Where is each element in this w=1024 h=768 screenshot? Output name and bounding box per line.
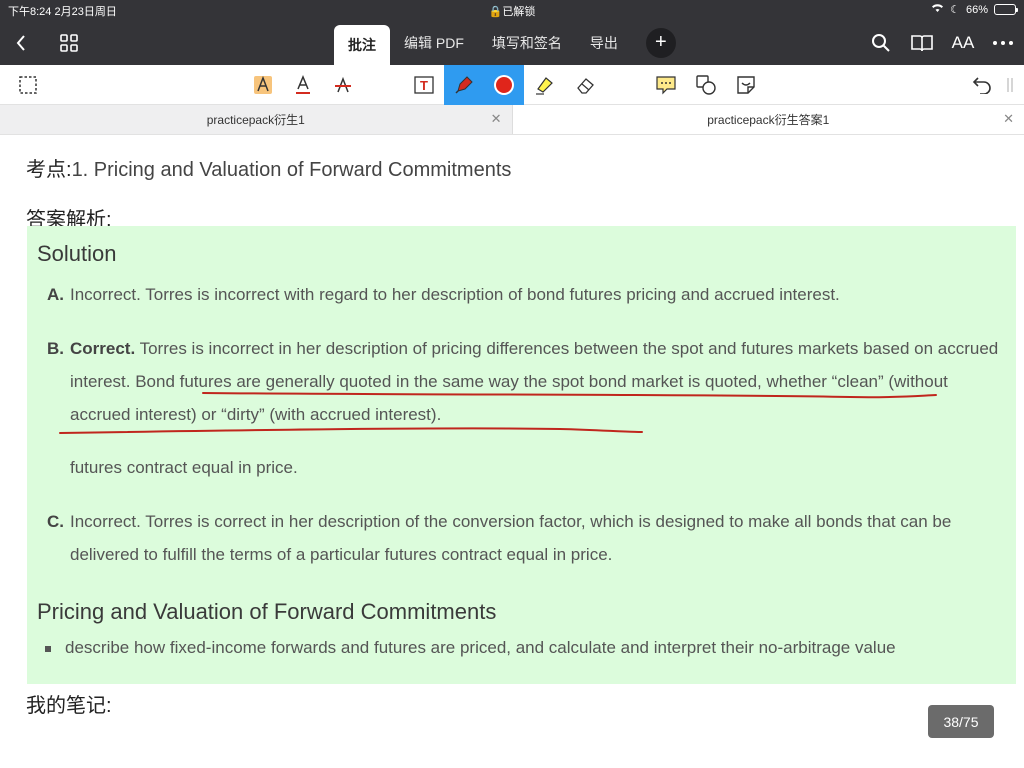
color-picker-icon[interactable]	[484, 65, 524, 105]
solution-title: Solution	[37, 241, 117, 266]
tab-edit-pdf[interactable]: 编辑 PDF	[390, 25, 478, 60]
back-icon[interactable]	[6, 28, 36, 58]
option-correct-label: Correct.	[70, 339, 136, 358]
close-icon[interactable]: ✕	[1003, 111, 1014, 127]
text-box-label: T	[420, 78, 428, 93]
tab-fill-sign[interactable]: 填写和签名	[478, 25, 576, 60]
text-highlight-icon[interactable]	[243, 65, 283, 105]
option-text: Incorrect. Torres is correct in her desc…	[70, 512, 952, 564]
bullet-text: describe how fixed-income forwards and f…	[65, 638, 896, 657]
moon-icon: ☾	[950, 4, 960, 16]
option-body: Torres is incorrect in her description o…	[70, 339, 999, 424]
status-bar: 下午8:24 2月23日周日 🔒已解锁 ☾ 66%	[0, 0, 1024, 20]
doc-tab-label: practicepack衍生答案1	[707, 113, 830, 127]
toolbar-drag-handle-icon[interactable]	[996, 65, 1024, 105]
text-strikeout-icon[interactable]	[323, 65, 363, 105]
status-lock: 🔒已解锁	[488, 6, 536, 18]
wifi-icon	[931, 3, 944, 16]
doc-tab-practicepack-answers-1[interactable]: practicepack衍生答案1 ✕	[511, 105, 1024, 134]
annotation-toolbar: T	[0, 65, 1024, 105]
topic-title: 1. Pricing and Valuation of Forward Comm…	[71, 159, 512, 181]
option-label: B.	[47, 339, 64, 358]
notes-heading: 我的笔记:	[26, 695, 112, 717]
eraser-icon[interactable]	[566, 65, 606, 105]
battery-percent: 66%	[965, 3, 988, 16]
more-icon[interactable]	[988, 28, 1018, 58]
text-box-icon[interactable]: T	[404, 65, 444, 105]
solution-panel: Solution A. Incorrect. Torres is incorre…	[27, 226, 1016, 684]
comment-icon[interactable]	[646, 65, 686, 105]
bullet-item: describe how fixed-income forwards and f…	[45, 638, 896, 658]
sticker-icon[interactable]	[726, 65, 766, 105]
option-label: A.	[47, 285, 64, 304]
option-text: futures contract equal in price.	[70, 458, 298, 477]
top-bar: 批注 编辑 PDF 填写和签名 导出 + AA	[0, 20, 1024, 65]
battery-icon	[994, 4, 1018, 15]
shapes-icon[interactable]	[686, 65, 726, 105]
status-right: ☾ 66%	[931, 3, 1018, 16]
document-page: 考点:1. Pricing and Valuation of Forward C…	[0, 135, 1024, 768]
selection-tool-icon[interactable]	[8, 65, 48, 105]
close-icon[interactable]: ✕	[491, 111, 502, 127]
mode-tabs: 批注 编辑 PDF 填写和签名 导出 +	[334, 25, 676, 65]
search-icon[interactable]	[866, 28, 896, 58]
tab-annotate[interactable]: 批注	[334, 25, 390, 65]
section-title: Pricing and Valuation of Forward Commitm…	[37, 599, 497, 624]
document-tabs: practicepack衍生1 ✕ practicepack衍生答案1 ✕	[0, 105, 1024, 135]
highlighter-icon[interactable]	[525, 65, 565, 105]
option-text: Incorrect. Torres is incorrect with rega…	[70, 285, 840, 304]
doc-tab-practicepack-1[interactable]: practicepack衍生1 ✕	[0, 105, 512, 134]
add-button[interactable]: +	[645, 27, 676, 58]
book-view-icon[interactable]	[907, 28, 937, 58]
topic-heading: 考点:1. Pricing and Valuation of Forward C…	[26, 153, 511, 182]
doc-tab-label: practicepack衍生1	[206, 113, 305, 127]
topic-prefix: 考点:	[26, 159, 72, 181]
text-underline-icon[interactable]	[283, 65, 323, 105]
pen-tool-icon[interactable]	[444, 65, 484, 105]
font-size-icon[interactable]: AA	[948, 28, 978, 58]
status-lock-label: 已解锁	[502, 6, 536, 18]
option-text: Correct. Torres is incorrect in her desc…	[70, 332, 1010, 431]
font-size-label: AA	[951, 33, 975, 52]
tab-export[interactable]: 导出	[576, 25, 632, 60]
page-indicator: 38/75	[928, 705, 994, 738]
option-label: C.	[47, 512, 64, 531]
grid-icon[interactable]	[54, 28, 84, 58]
bullet-dot	[45, 645, 51, 652]
